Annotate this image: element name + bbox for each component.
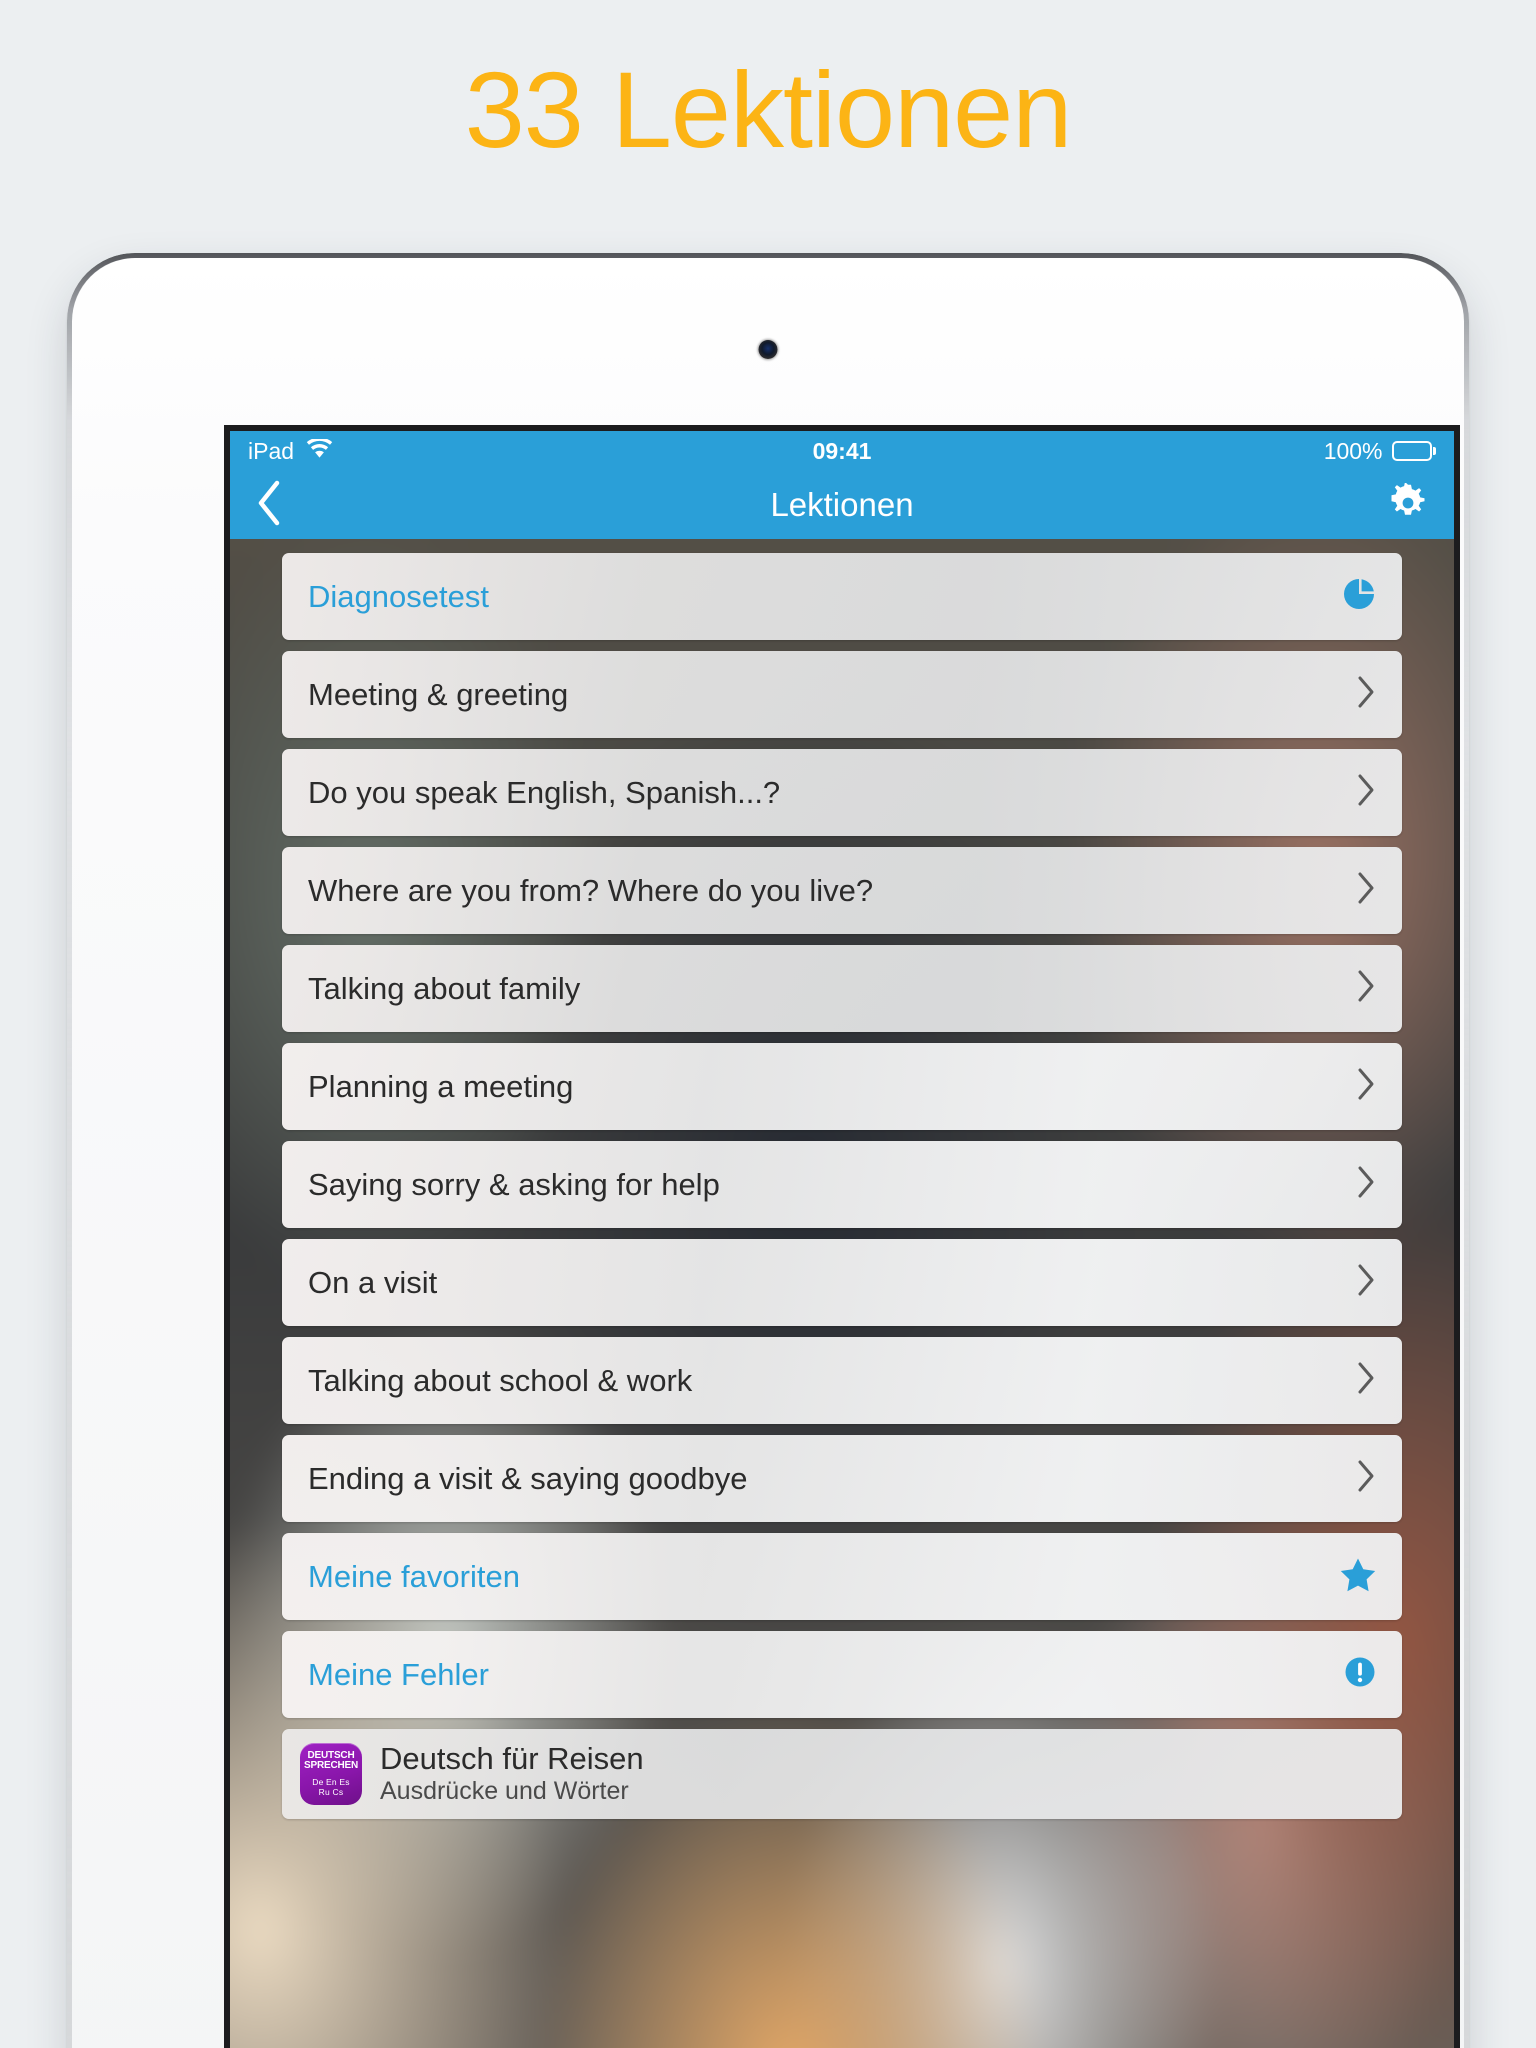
battery-percent-label: 100% — [1323, 437, 1383, 464]
status-bar-left: iPad — [248, 436, 813, 465]
list-item[interactable]: Talking about school & work — [282, 1337, 1402, 1424]
carrier-label: iPad — [248, 437, 295, 464]
status-bar-right: 100% — [871, 437, 1437, 465]
app-promo-subtitle: Ausdrücke und Wörter — [380, 1777, 629, 1806]
status-bar: iPad 09:41 100% — [230, 431, 1454, 471]
lesson-label: Meeting & greeting — [308, 676, 569, 712]
list-item[interactable]: On a visit — [282, 1239, 1402, 1326]
chevron-right-icon — [1356, 1361, 1376, 1400]
promo-icon-line1: DEUTSCH — [307, 1749, 355, 1761]
navigation-bar: Lektionen — [230, 471, 1454, 539]
lesson-list: Diagnosetest Meeting & greeting Do you s… — [230, 539, 1454, 1819]
status-bar-clock: 09:41 — [812, 437, 872, 464]
page-title: 33 Lektionen — [464, 49, 1073, 170]
chevron-right-icon — [1356, 1459, 1376, 1498]
promo-icon-langs-line1: De En Es — [312, 1777, 350, 1788]
app-promo-text: Deutsch für Reisen Ausdrücke und Wörter — [380, 1742, 644, 1806]
battery-icon — [1391, 441, 1437, 461]
list-item[interactable]: Talking about family — [282, 945, 1402, 1032]
list-item[interactable]: Do you speak English, Spanish...? — [282, 749, 1402, 836]
chevron-right-icon — [1356, 871, 1376, 910]
wifi-icon — [306, 436, 333, 465]
lesson-label: Planning a meeting — [308, 1068, 574, 1104]
lesson-label: Meine favoriten — [308, 1558, 520, 1594]
chevron-right-icon — [1356, 675, 1376, 714]
chevron-right-icon — [1356, 1263, 1376, 1302]
back-button[interactable] — [256, 480, 316, 531]
chevron-left-icon — [256, 480, 282, 531]
chevron-right-icon — [1356, 1165, 1376, 1204]
lesson-label: Saying sorry & asking for help — [308, 1166, 720, 1202]
list-item[interactable]: Meine Fehler — [282, 1631, 1402, 1718]
list-item[interactable]: Meine favoriten — [282, 1533, 1402, 1620]
pie-chart-icon — [1342, 577, 1376, 616]
list-item[interactable]: Meeting & greeting — [282, 651, 1402, 738]
chevron-right-icon — [1356, 1067, 1376, 1106]
lesson-label: Diagnosetest — [308, 578, 489, 614]
promo-icon-langs-line2: Ru Cs — [318, 1787, 344, 1798]
exclamation-circle-icon — [1344, 1656, 1376, 1693]
list-item[interactable]: Planning a meeting — [282, 1043, 1402, 1130]
settings-button[interactable] — [1368, 481, 1428, 528]
lesson-label: Talking about school & work — [308, 1362, 693, 1398]
lesson-label: Do you speak English, Spanish...? — [308, 774, 781, 810]
promo-icon-line2: SPRECHEN — [304, 1760, 358, 1772]
lesson-label: Ending a visit & saying goodbye — [308, 1460, 748, 1496]
list-item[interactable]: Diagnosetest — [282, 553, 1402, 640]
lesson-label: On a visit — [308, 1264, 438, 1300]
list-item[interactable]: Where are you from? Where do you live? — [282, 847, 1402, 934]
device-screen: iPad 09:41 100% Lektionen Diagnosetest M… — [224, 425, 1460, 2048]
list-item[interactable]: Ending a visit & saying goodbye — [282, 1435, 1402, 1522]
app-promo-row[interactable]: DEUTSCH SPRECHEN De En Es Ru Cs Deutsch … — [282, 1729, 1402, 1819]
app-promo-title: Deutsch für Reisen — [380, 1741, 644, 1777]
star-icon — [1340, 1557, 1376, 1597]
chevron-right-icon — [1356, 773, 1376, 812]
chevron-right-icon — [1356, 969, 1376, 1008]
front-camera-icon — [758, 340, 778, 359]
lesson-label: Where are you from? Where do you live? — [308, 872, 874, 908]
lesson-label: Meine Fehler — [308, 1656, 489, 1692]
nav-title: Lektionen — [770, 486, 914, 523]
gear-icon — [1388, 481, 1428, 528]
lesson-label: Talking about family — [308, 970, 581, 1006]
deutsch-sprechen-app-icon: DEUTSCH SPRECHEN De En Es Ru Cs — [300, 1743, 362, 1805]
list-item[interactable]: Saying sorry & asking for help — [282, 1141, 1402, 1228]
ipad-device-frame: iPad 09:41 100% Lektionen Diagnosetest M… — [72, 258, 1464, 2048]
